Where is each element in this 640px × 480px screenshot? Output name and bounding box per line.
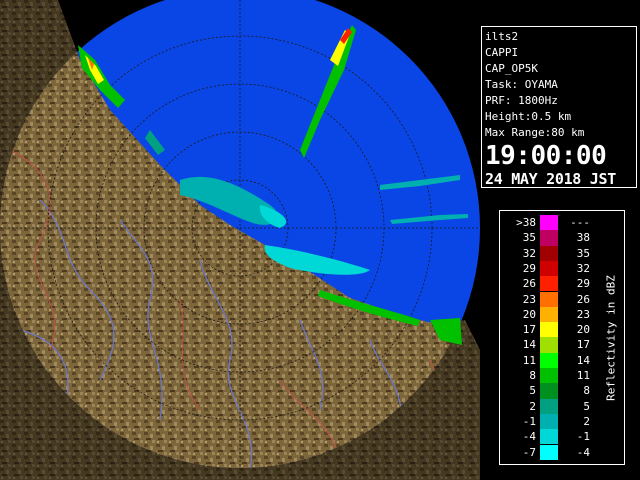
- legend-row: 20 23: [500, 306, 600, 323]
- legend-high-value: 29: [576, 277, 590, 291]
- prf-label: PRF: 1800Hz: [485, 94, 558, 107]
- legend-high-value: -1: [576, 430, 590, 444]
- legend-low-value: 5: [529, 384, 536, 398]
- legend-swatch: [540, 352, 558, 368]
- legend-row: 29 32: [500, 260, 600, 277]
- legend-high-value: ---: [570, 216, 590, 229]
- legend-swatch: [540, 230, 558, 246]
- legend-high-value: 11: [576, 369, 590, 382]
- legend-low-value: 35: [522, 231, 536, 245]
- observation-time: 19:00:00: [485, 141, 607, 171]
- legend-high-value: 2: [583, 414, 590, 428]
- legend-row: 58: [500, 383, 600, 399]
- legend-swatch: [540, 260, 558, 277]
- legend-low-value: 26: [522, 277, 536, 291]
- legend-low-value: 14: [522, 338, 536, 352]
- legend-high-value: 17: [576, 338, 590, 352]
- observation-date: 24 MAY 2018 JST: [485, 170, 616, 188]
- legend-swatch: [540, 368, 558, 384]
- legend-swatch: [540, 398, 558, 414]
- legend-swatch: [540, 215, 558, 231]
- legend-swatch: [540, 291, 558, 307]
- legend-high-value: 14: [576, 353, 590, 367]
- max-range-label: Max Range:80 km: [485, 126, 585, 139]
- legend-swatch: [540, 444, 558, 460]
- legend-high-value: 20: [576, 323, 590, 337]
- legend-swatch: [540, 322, 558, 338]
- legend-swatch: [540, 413, 558, 430]
- legend-high-value: 5: [583, 399, 590, 413]
- legend-low-value: 11: [522, 353, 536, 367]
- legend-low-value: >38: [516, 216, 536, 229]
- legend-low-value: 8: [529, 369, 536, 382]
- legend-row: 25: [500, 398, 600, 414]
- legend-swatch: [540, 276, 558, 292]
- radar-map: [0, 0, 480, 480]
- legend-row: -1 2: [500, 413, 600, 430]
- legend-high-value: -4: [576, 445, 590, 459]
- legend-row: 23 26: [500, 291, 600, 307]
- legend-swatch: [540, 429, 558, 445]
- legend-swatch: [540, 306, 558, 323]
- legend-high-value: 32: [576, 261, 590, 275]
- legend-swatch: [540, 337, 558, 353]
- legend-low-value: -1: [522, 414, 536, 428]
- radar-screen: ilts2 CAPPI CAP_OP5K Task: OYAMA PRF: 18…: [0, 0, 640, 480]
- color-legend: >38 --- 35 38 32 35 29 32 26 29 23 26 20 23 17 20 14 17 11…: [499, 210, 625, 465]
- legend-high-value: 26: [576, 292, 590, 306]
- legend-row: 26 29: [500, 276, 600, 292]
- legend-row: 35 38: [500, 230, 600, 246]
- legend-high-value: 35: [576, 246, 590, 260]
- legend-low-value: 23: [522, 292, 536, 306]
- legend-row: >38 ---: [500, 215, 600, 231]
- legend-low-value: 32: [522, 246, 536, 260]
- legend-row: 11 14: [500, 352, 600, 368]
- legend-row: 32 35: [500, 245, 600, 261]
- legend-high-value: 8: [583, 384, 590, 398]
- legend-low-value: 17: [522, 323, 536, 337]
- legend-high-value: 38: [576, 231, 590, 245]
- legend-row: 14 17: [500, 337, 600, 353]
- legend-row: -7 -4: [500, 444, 600, 460]
- site-name: ilts2: [485, 30, 519, 43]
- product-name: CAPPI: [485, 46, 519, 59]
- legend-swatch: [540, 245, 558, 261]
- legend-low-value: 2: [529, 399, 536, 413]
- legend-row: 17 20: [500, 322, 600, 338]
- legend-low-value: 20: [522, 307, 536, 321]
- info-panel: ilts2 CAPPI CAP_OP5K Task: OYAMA PRF: 18…: [481, 26, 637, 188]
- height-label: Height:0.5 km: [485, 110, 572, 123]
- task-label: Task: OYAMA: [485, 78, 558, 91]
- legend-row: -4 -1: [500, 429, 600, 445]
- product-code: CAP_OP5K: [485, 62, 538, 75]
- legend-unit-label: Reflectivity in dBZ: [604, 274, 618, 401]
- legend-swatch: [540, 383, 558, 399]
- legend-low-value: 29: [522, 261, 536, 275]
- legend-low-value: -7: [522, 445, 536, 459]
- legend-low-value: -4: [522, 430, 536, 444]
- legend-high-value: 23: [576, 307, 590, 321]
- legend-row: 8 11: [500, 368, 600, 384]
